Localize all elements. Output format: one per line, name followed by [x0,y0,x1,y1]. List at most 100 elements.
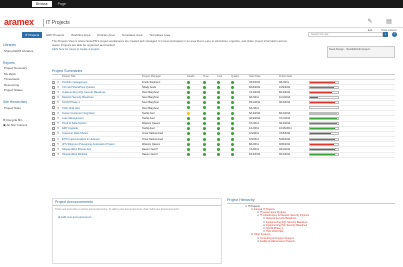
project-summaries-table: Project Title Project Manager Health Tim… [52,74,395,158]
quick-launch-sidebar: Libraries Shared EPM Libraries Reports P… [0,40,50,260]
nav-tab-policies-area[interactable]: Policies Area [94,32,117,38]
search-input[interactable]: Search this site... [308,32,383,37]
project-site-icon[interactable] [52,142,55,146]
health-status-dot-icon [187,111,190,115]
create-project-link[interactable]: Click here for steps to create a project… [52,47,292,52]
hierarchy-item[interactable]: ⊟ Facility & Maintenance Projects [227,240,395,243]
sidebar-item[interactable]: Shared EPM Libraries [3,49,50,53]
flag-icon: ⚑ [57,90,60,94]
time-status-dot-icon [203,106,206,110]
nav-tab-workflow-area[interactable]: Workflow Area [68,32,93,38]
project-site-icon[interactable] [52,137,55,141]
quality-status-dot-icon [231,106,234,110]
sidebar-item[interactable]: Project Status [3,88,50,92]
time-status-dot-icon [203,127,206,131]
project-site-icon[interactable] [52,153,55,157]
project-site-icon[interactable] [52,80,55,84]
health-status-dot-icon [187,137,190,141]
project-title-cell[interactable]: Shopandship Website [62,152,142,158]
sidebar-heading-reports[interactable]: Reports [3,61,50,65]
progress-fill [310,123,337,124]
time-status-dot-icon [203,96,206,100]
health-status-dot-icon [187,116,190,120]
project-manager-cell: Naeem Gerrif [142,152,187,158]
nav-tab-templates-area[interactable]: Templates Area [119,32,146,38]
help-icon[interactable]: ? [392,32,397,37]
nav-tab-erp-projects[interactable]: ERP Projects [43,32,67,38]
sidebar-item[interactable]: Project Summary [3,66,50,70]
cost-status-dot-icon [217,111,220,115]
recycle-bin-label: Recycle Bin [6,117,23,122]
progress-bar [309,122,339,125]
ribbon-tab-browse[interactable]: Browse [32,1,52,7]
progress-bar [309,90,339,94]
project-site-icon[interactable] [52,132,55,136]
sidebar-item[interactable]: Resourcing [3,83,50,87]
progress-cell [309,152,395,158]
search-icon[interactable]: ⌕ [383,32,388,37]
page-title: IT Projects [46,20,70,26]
health-status-dot-icon [187,106,190,110]
nav-tab-templates-area-2[interactable]: Templates Area [146,32,173,38]
progress-fill [310,133,331,135]
quality-status-dot-icon [231,137,234,141]
quality-status-dot-icon [231,142,234,146]
start-date-cell: 6/13/2011 [249,152,279,158]
sidebar-heading-site-hierarchies[interactable]: Site Hierarchies [3,100,50,104]
sidebar-item[interactable]: Timesheets [3,77,50,81]
health-status-dot-icon [187,142,190,146]
project-site-icon[interactable] [52,106,55,110]
add-announcement-button[interactable]: ⊕ Add new announcement [53,213,221,221]
sidebar-item[interactable]: My Work [3,72,50,76]
nav-tab-it-projects[interactable]: IT Projects [22,31,43,38]
recycle-bin-link[interactable]: ♻ Recycle Bin [3,118,50,122]
time-status-dot-icon [203,101,206,105]
sidebar-item[interactable]: Project Sites [3,106,50,110]
flag-icon: ⚑ [57,153,60,157]
cost-status-dot-icon [217,127,220,131]
quality-status-dot-icon [231,80,234,84]
quick-link-box[interactable]: Swap Design - View/Edit/Add project [327,46,395,58]
project-site-icon[interactable] [52,111,55,115]
ribbon-tab-site-actions[interactable] [22,3,30,5]
project-site-icon[interactable] [52,147,55,151]
page-actions-icon[interactable]: ▤ [384,18,394,28]
quality-status-dot-icon [231,116,234,120]
all-site-content-link[interactable]: ▣ All Site Content [3,123,50,127]
health-status-dot-icon [187,127,190,131]
ribbon-tab-page[interactable]: Page [54,1,70,7]
aramex-logo[interactable]: aramex [4,17,34,27]
time-status-dot-icon [203,147,206,151]
project-site-icon[interactable] [52,127,55,131]
header-separator [43,19,44,27]
project-site-icon[interactable] [52,85,55,89]
progress-fill [310,117,337,119]
finish-date-cell: 9/14/2011 [279,152,309,158]
cost-status-dot-icon [217,153,220,157]
time-status-dot-icon [203,85,206,89]
project-site-icon[interactable] [52,101,55,105]
quality-status-dot-icon [231,127,234,131]
progress-fill [310,154,336,156]
health-status-dot-icon [187,132,190,136]
progress-bar [309,85,339,89]
project-site-icon[interactable] [52,96,55,100]
quality-status-dot-icon [231,101,234,105]
progress-bar [309,80,339,84]
project-site-icon[interactable] [52,122,55,125]
sidebar-heading-libraries[interactable]: Libraries [3,43,50,47]
quality-indicator-cell [231,152,249,158]
main-content: The Projects View is where EnterPM's pro… [52,39,400,266]
table-row[interactable]: ⚑ Shopandship Website Naeem Gerrif 6/13/201… [52,152,395,158]
cost-status-dot-icon [217,137,220,141]
time-status-dot-icon [203,132,206,136]
time-status-dot-icon [203,153,206,157]
time-status-dot-icon [203,122,206,125]
project-site-icon[interactable] [52,116,55,120]
edit-icon[interactable]: ✎ [365,18,375,28]
project-summaries-webpart: Project Summaries Project Title Project … [52,69,395,158]
health-status-dot-icon [187,147,190,151]
site-header: aramex IT Projects ✎ Edit ▤ Page Actions [0,8,403,32]
health-status-dot-icon [187,101,190,105]
project-site-icon[interactable] [52,90,55,94]
